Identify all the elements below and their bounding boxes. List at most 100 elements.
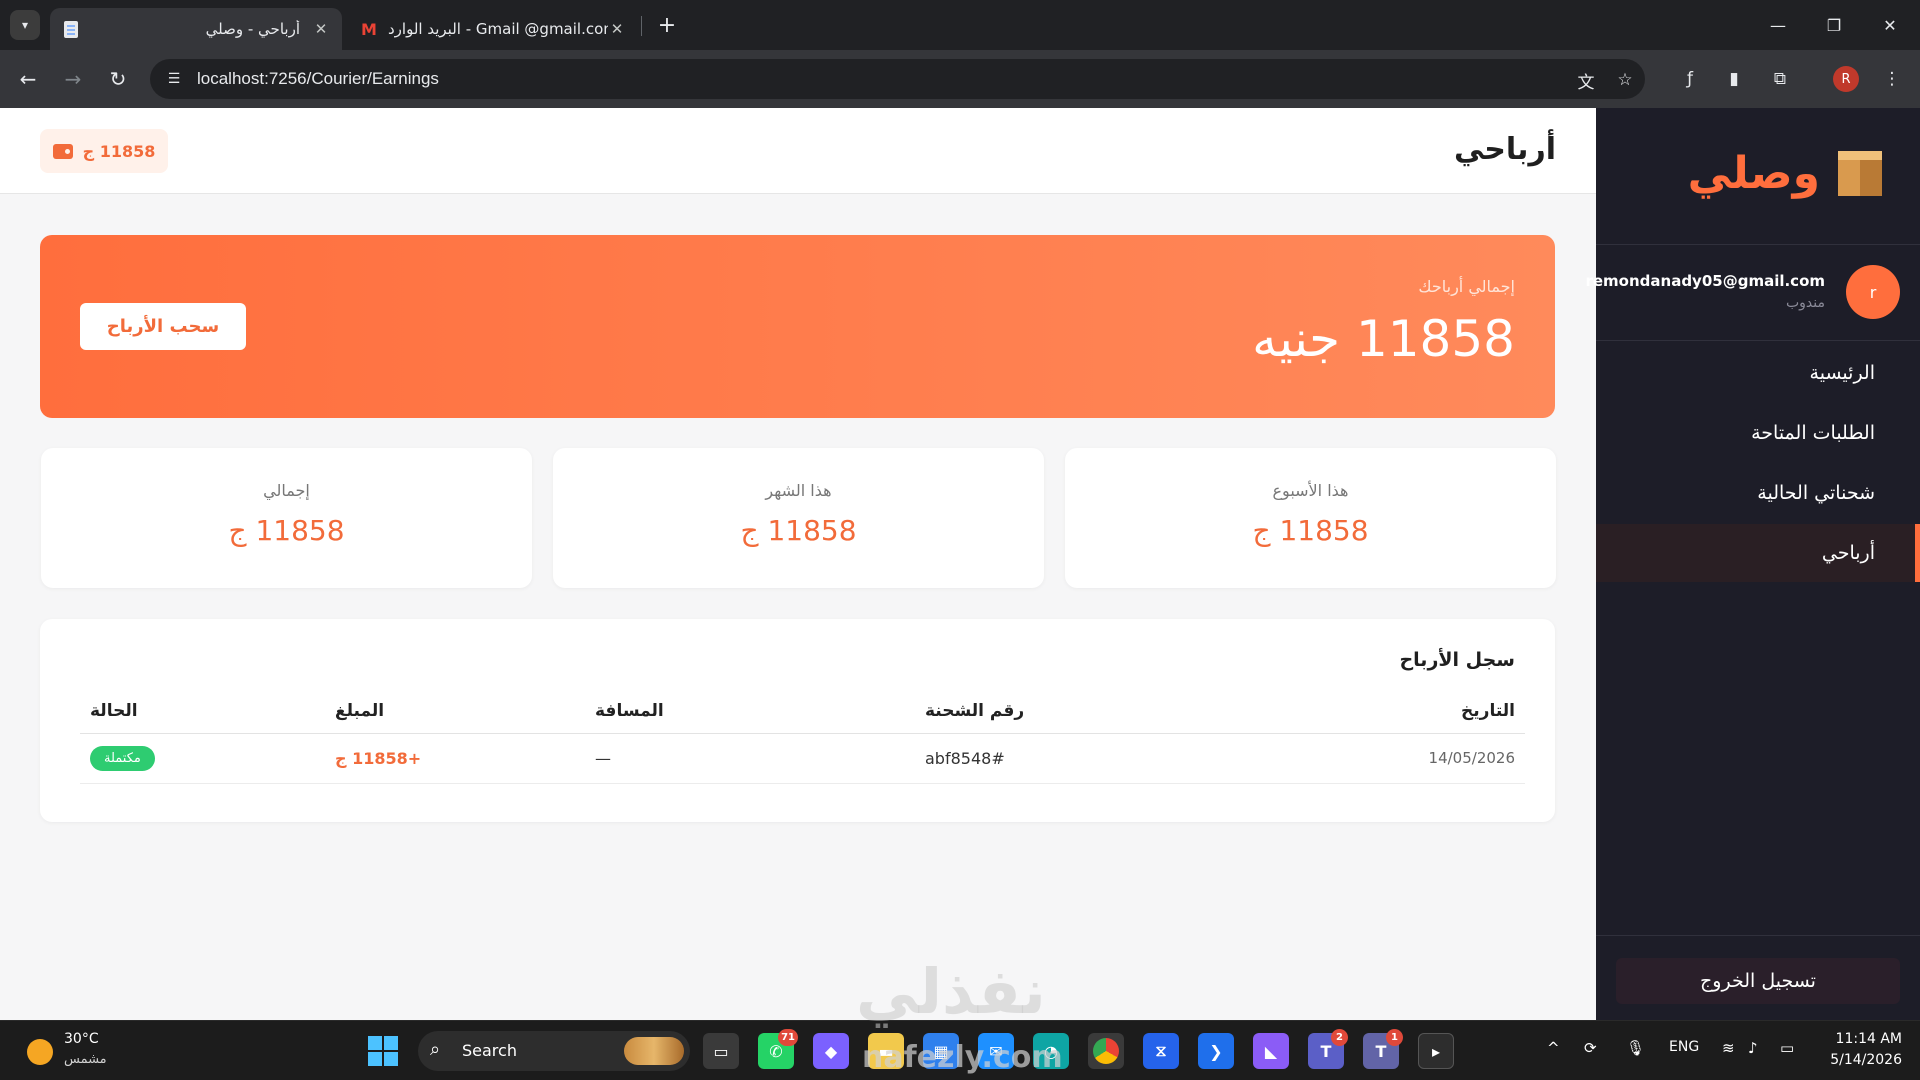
address-bar[interactable]: ☰ localhost:7256/Courier/Earnings 文 ☆ — [150, 59, 1645, 99]
tab-earnings[interactable]: أرباحي - وصلي ✕ — [50, 8, 342, 50]
table-row: 14/05/2026 abf8548# — +11858 ج مكتملة — [80, 733, 1525, 784]
chrome-icon[interactable] — [1088, 1033, 1124, 1069]
clock-time[interactable]: 11:14 AM — [1832, 1031, 1902, 1047]
sidebar-item-current-shipments[interactable]: شحناتي الحالية — [1596, 464, 1920, 522]
start-button[interactable] — [368, 1036, 398, 1066]
battery-icon[interactable]: ▭ — [1780, 1039, 1794, 1057]
notification-badge: 71 — [778, 1029, 798, 1046]
close-window-button[interactable]: ✕ — [1862, 0, 1918, 50]
row-distance: — — [585, 733, 915, 784]
sidebar-divider — [1596, 935, 1920, 936]
search-highlight-image — [624, 1037, 684, 1065]
sidebar-item-label: شحناتي الحالية — [1757, 482, 1875, 504]
formula-extension-icon[interactable]: ƒ — [1676, 65, 1704, 93]
taskbar-search-label: Search — [462, 1041, 517, 1060]
weather-description[interactable]: مشمس — [64, 1052, 107, 1067]
user-role: مندوب — [1785, 295, 1825, 311]
terminal-icon[interactable]: ▸ — [1418, 1033, 1454, 1069]
task-view-icon[interactable]: ▭ — [703, 1033, 739, 1069]
wallet-icon — [52, 143, 73, 159]
column-header-status: الحالة — [80, 689, 325, 734]
tab-gmail[interactable]: M البريد الوارد - Gmail ‎@gmail.com ✕ — [348, 8, 638, 50]
wifi-icon[interactable]: ≋ — [1722, 1039, 1735, 1057]
search-icon: ⌕ — [430, 1039, 441, 1060]
watermark-arabic: نفذلي — [856, 955, 1046, 1028]
teams-classic-icon[interactable]: T1 — [1363, 1029, 1403, 1069]
balance-chip: 11858 ج — [40, 129, 168, 173]
close-tab-icon[interactable]: ✕ — [608, 20, 626, 38]
total-earnings-amount: 11858 جنيه — [1252, 310, 1515, 368]
main-content: أرباحي 11858 ج إجمالي أرباحك 11858 جنيه … — [0, 108, 1596, 1020]
sidebar-item-earnings[interactable]: أرباحي — [1596, 524, 1920, 582]
sidebar-item-available-orders[interactable]: الطلبات المتاحة — [1596, 404, 1920, 462]
volume-icon[interactable]: ♪ — [1748, 1039, 1758, 1057]
stat-label: هذا الأسبوع — [1272, 481, 1349, 500]
earnings-hero-card: إجمالي أرباحك 11858 جنيه سحب الأرباح — [40, 235, 1555, 418]
logout-button[interactable]: تسجيل الخروج — [1616, 958, 1900, 1004]
notification-badge: 2 — [1331, 1029, 1348, 1046]
microphone-muted-icon[interactable]: 🎙 — [1626, 1039, 1645, 1057]
browser-tab-strip: ▾ أرباحي - وصلي ✕ M البريد الوارد - Gmai… — [0, 0, 1920, 50]
withdraw-earnings-button[interactable]: سحب الأرباح — [80, 303, 246, 350]
new-tab-button[interactable]: + — [652, 10, 682, 40]
earnings-table: التاريخ رقم الشحنة المسافة المبلغ الحالة… — [80, 689, 1525, 784]
minimize-button[interactable]: — — [1750, 0, 1806, 50]
user-avatar: r — [1846, 265, 1900, 319]
sidebar-divider — [1596, 340, 1920, 341]
close-tab-icon[interactable]: ✕ — [312, 20, 330, 38]
weather-sun-icon[interactable] — [27, 1039, 53, 1065]
stat-value: 11858 ج — [228, 514, 345, 547]
tab-title: أرباحي - وصلي — [205, 20, 300, 38]
app-logo[interactable]: وصلي — [1688, 148, 1882, 199]
docs-extension-icon[interactable]: ▮ — [1720, 65, 1748, 93]
clock-date[interactable]: 5/14/2026 — [1822, 1052, 1902, 1068]
sidebar-item-label: الرئيسية — [1809, 362, 1875, 384]
notification-badge: 1 — [1386, 1029, 1403, 1046]
column-header-shipment: رقم الشحنة — [915, 689, 1225, 734]
extensions-puzzle-icon[interactable]: ⧉ — [1766, 65, 1794, 93]
sidebar-item-label: الطلبات المتاحة — [1751, 422, 1875, 444]
gmail-icon: M — [361, 19, 377, 39]
column-header-amount: المبلغ — [325, 689, 585, 734]
total-earnings-label: إجمالي أرباحك — [1418, 277, 1515, 296]
chevron-down-icon: ▾ — [21, 18, 29, 32]
taskbar-search[interactable]: ⌕ Search — [418, 1031, 690, 1071]
earnings-log-title: سجل الأرباح — [1399, 649, 1515, 671]
whatsapp-icon[interactable]: ✆ 71 — [758, 1029, 798, 1069]
back-button[interactable]: ← — [12, 63, 44, 95]
profile-avatar[interactable]: R — [1833, 66, 1859, 92]
page-title: أرباحي — [1453, 132, 1556, 167]
bookmark-star-icon[interactable]: ☆ — [1614, 69, 1636, 91]
reload-button[interactable]: ↻ — [102, 63, 134, 95]
sidebar-item-label: أرباحي — [1821, 542, 1875, 564]
vscode-icon[interactable]: ❯ — [1198, 1033, 1234, 1069]
visual-studio-icon[interactable]: ◣ — [1253, 1033, 1289, 1069]
table-header-row: التاريخ رقم الشحنة المسافة المبلغ الحالة — [80, 689, 1525, 734]
microsoft-365-icon[interactable]: ◆ — [813, 1033, 849, 1069]
row-amount: +11858 ج — [325, 733, 585, 784]
restore-button[interactable]: ❐ — [1806, 0, 1862, 50]
weather-temperature[interactable]: 30°C — [64, 1031, 99, 1047]
sidebar-divider — [1596, 244, 1920, 245]
stat-label: هذا الشهر — [765, 481, 832, 500]
row-shipment-id: abf8548# — [915, 733, 1225, 784]
azure-data-studio-icon[interactable]: ⧖ — [1143, 1033, 1179, 1069]
url-text: localhost:7256/Courier/Earnings — [197, 69, 439, 88]
page-favicon-icon — [62, 20, 80, 38]
translate-icon[interactable]: 文 — [1575, 69, 1597, 93]
show-hidden-icons-icon[interactable]: ^ — [1547, 1039, 1560, 1057]
web-page: أرباحي 11858 ج إجمالي أرباحك 11858 جنيه … — [0, 108, 1920, 1020]
teams-icon[interactable]: T2 — [1308, 1029, 1348, 1069]
forward-button[interactable]: → — [57, 63, 89, 95]
browser-menu-icon[interactable]: ⋮ — [1878, 65, 1906, 93]
stat-value: 11858 ج — [1252, 514, 1369, 547]
sidebar-item-home[interactable]: الرئيسية — [1596, 344, 1920, 402]
language-indicator[interactable]: ENG — [1669, 1039, 1699, 1055]
sync-icon[interactable]: ⟳ — [1584, 1039, 1597, 1057]
stat-card-total: إجمالي 11858 ج — [41, 448, 532, 588]
page-header: أرباحي 11858 ج — [0, 108, 1596, 194]
stat-value: 11858 ج — [740, 514, 857, 547]
site-info-icon[interactable]: ☰ — [164, 69, 184, 89]
tab-search-button[interactable]: ▾ — [10, 10, 40, 40]
sidebar: وصلي r remondanady05@gmail.com مندوب الر… — [1585, 108, 1920, 1020]
